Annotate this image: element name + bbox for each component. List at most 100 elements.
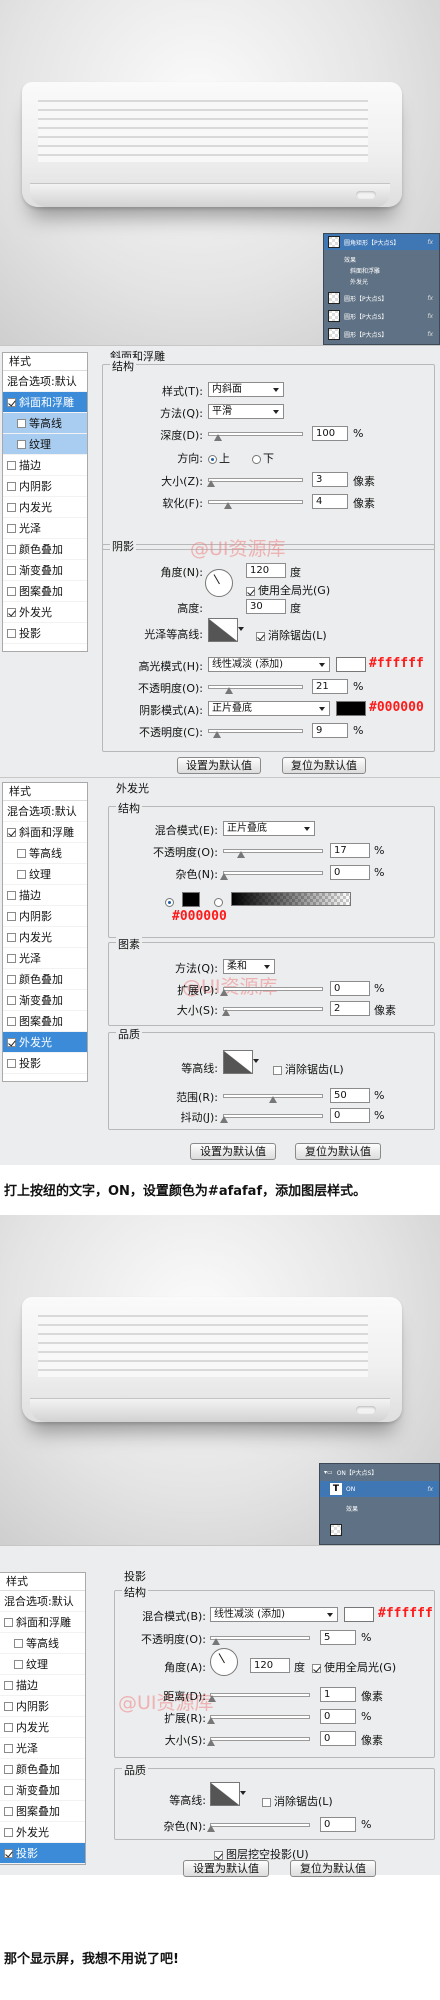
antialias-checkbox[interactable]: 消除锯齿(L) xyxy=(273,1061,344,1077)
checkbox-icon[interactable] xyxy=(4,1617,13,1627)
distance-input[interactable]: 1 xyxy=(320,1687,356,1702)
checkbox-icon[interactable] xyxy=(4,1806,13,1816)
depth-slider[interactable] xyxy=(208,432,303,441)
reset-default-button[interactable]: 复位为默认值 xyxy=(282,757,366,774)
sidebar-item[interactable]: 纹理 xyxy=(3,434,87,455)
layer-row[interactable]: 圆角矩形【P大点S】 fx xyxy=(324,234,439,250)
style-select[interactable]: 内斜面 xyxy=(208,382,284,397)
contour-picker[interactable] xyxy=(223,1050,259,1074)
checkbox-icon[interactable] xyxy=(4,1680,13,1690)
layer-row[interactable]: 圆形【P大点S】 fx xyxy=(324,290,439,306)
solid-color-radio[interactable] xyxy=(165,895,176,908)
checkbox-icon[interactable] xyxy=(262,1797,271,1807)
sidebar-item[interactable]: 等高线 xyxy=(0,1633,85,1654)
checkbox-icon[interactable] xyxy=(4,1722,13,1732)
checkbox-icon[interactable] xyxy=(4,1785,13,1795)
checkbox-icon[interactable] xyxy=(7,995,16,1005)
slider-knob[interactable] xyxy=(207,1825,215,1832)
slider-knob[interactable] xyxy=(236,851,245,858)
radio-icon[interactable] xyxy=(252,454,261,464)
checkbox-icon[interactable] xyxy=(4,1848,13,1858)
checkbox-icon[interactable] xyxy=(7,1058,16,1068)
checkbox-icon[interactable] xyxy=(7,544,16,554)
sidebar-item[interactable]: 等高线 xyxy=(3,843,87,864)
noise-input[interactable]: 0 xyxy=(330,865,370,880)
soften-slider[interactable] xyxy=(208,500,303,509)
noise-slider[interactable] xyxy=(207,1823,310,1832)
checkbox-icon[interactable] xyxy=(7,1016,16,1026)
opacity-input[interactable]: 17 xyxy=(330,843,370,858)
slider-knob[interactable] xyxy=(220,989,228,996)
highlight-color-swatch[interactable] xyxy=(336,657,366,672)
antialias-checkbox[interactable]: 消除锯齿(L) xyxy=(262,1793,333,1809)
sidebar-item[interactable]: 渐变叠加 xyxy=(0,1780,85,1801)
checkbox-icon[interactable] xyxy=(4,1701,13,1711)
range-input[interactable]: 50 xyxy=(330,1088,370,1103)
checkbox-icon[interactable] xyxy=(14,1638,23,1648)
sidebar-item[interactable]: 图案叠加 xyxy=(3,1011,87,1032)
checkbox-icon[interactable] xyxy=(246,586,255,596)
global-light-checkbox[interactable]: 使用全局光(G) xyxy=(312,1659,396,1675)
checkbox-icon[interactable] xyxy=(17,439,26,449)
blend-mode-select[interactable]: 正片叠底 xyxy=(223,821,315,836)
gradient-radio[interactable] xyxy=(214,895,225,908)
checkbox-icon[interactable] xyxy=(256,631,265,641)
slider-knob[interactable] xyxy=(211,1638,220,1645)
angle-input[interactable]: 120 xyxy=(246,563,286,578)
shadow-opacity-slider[interactable] xyxy=(208,729,303,738)
spread-slider[interactable] xyxy=(220,987,323,996)
shadow-opacity-input[interactable]: 9 xyxy=(312,723,348,738)
altitude-input[interactable]: 30 xyxy=(246,599,286,614)
spread-input[interactable]: 0 xyxy=(330,981,370,996)
radio-icon[interactable] xyxy=(165,897,174,907)
slider-knob[interactable] xyxy=(221,1009,230,1016)
radio-icon[interactable] xyxy=(208,454,217,464)
sidebar-item[interactable]: 纹理 xyxy=(3,864,87,885)
sidebar-item[interactable]: 投影 xyxy=(3,1053,87,1074)
sidebar-item[interactable]: 混合选项:默认 xyxy=(3,801,87,822)
sidebar-item[interactable]: 斜面和浮雕 xyxy=(3,392,87,413)
highlight-opacity-input[interactable]: 21 xyxy=(312,679,348,694)
make-default-button[interactable]: 设置为默认值 xyxy=(190,1143,276,1160)
layer-effect-outer-glow[interactable]: 外发光 xyxy=(324,273,439,289)
checkbox-icon[interactable] xyxy=(7,523,16,533)
contour-picker[interactable] xyxy=(210,1782,246,1806)
radio-icon[interactable] xyxy=(214,897,223,907)
sidebar-item[interactable]: 描边 xyxy=(0,1675,85,1696)
sidebar-item[interactable]: 内发光 xyxy=(0,1717,85,1738)
jitter-slider[interactable] xyxy=(220,1114,323,1123)
checkbox-icon[interactable] xyxy=(7,460,16,470)
spread-slider[interactable] xyxy=(207,1715,310,1724)
sidebar-item[interactable]: 内阴影 xyxy=(3,476,87,497)
sidebar-item[interactable]: 描边 xyxy=(3,455,87,476)
method-select[interactable]: 平滑 xyxy=(208,404,284,419)
checkbox-icon[interactable] xyxy=(312,1663,321,1673)
reset-default-button[interactable]: 复位为默认值 xyxy=(295,1143,381,1160)
checkbox-icon[interactable] xyxy=(273,1065,282,1075)
sidebar-item[interactable]: 光泽 xyxy=(0,1738,85,1759)
layer-row[interactable] xyxy=(320,1522,439,1538)
checkbox-icon[interactable] xyxy=(4,1743,13,1753)
spread-input[interactable]: 0 xyxy=(320,1709,356,1724)
angle-input[interactable]: 120 xyxy=(250,1658,290,1673)
sidebar-item[interactable]: 渐变叠加 xyxy=(3,990,87,1011)
jitter-input[interactable]: 0 xyxy=(330,1108,370,1123)
direction-down-radio[interactable]: 下 xyxy=(252,450,274,466)
sidebar-item[interactable]: 斜面和浮雕 xyxy=(0,1612,85,1633)
checkbox-icon[interactable] xyxy=(7,932,16,942)
direction-up-radio[interactable]: 上 xyxy=(208,450,230,466)
slider-knob[interactable] xyxy=(207,1717,215,1724)
noise-slider[interactable] xyxy=(220,871,323,880)
checkbox-icon[interactable] xyxy=(7,502,16,512)
sidebar-item[interactable]: 等高线 xyxy=(3,413,87,434)
sidebar-item[interactable]: 内阴影 xyxy=(3,906,87,927)
slider-knob[interactable] xyxy=(214,434,223,441)
sidebar-item[interactable]: 纹理 xyxy=(0,1654,85,1675)
range-slider[interactable] xyxy=(223,1094,323,1103)
sidebar-item[interactable]: 投影 xyxy=(0,1843,85,1864)
shadow-color-swatch[interactable] xyxy=(336,701,366,716)
sidebar-item[interactable]: 颜色叠加 xyxy=(3,539,87,560)
slider-knob[interactable] xyxy=(220,1116,228,1123)
sidebar-item[interactable]: 内发光 xyxy=(3,927,87,948)
checkbox-icon[interactable] xyxy=(7,953,16,963)
